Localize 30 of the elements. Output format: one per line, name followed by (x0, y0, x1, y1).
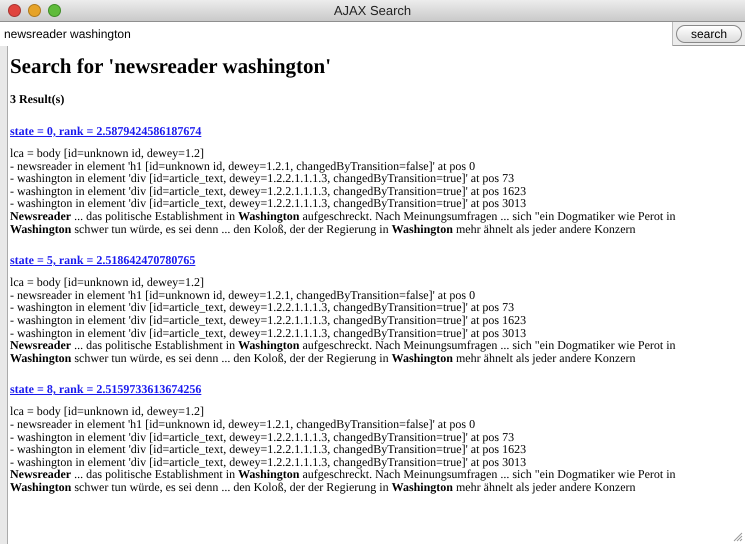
window-title: AJAX Search (334, 2, 412, 20)
result-link[interactable]: state = 8, rank = 2.5159733613674256 (10, 382, 202, 396)
match-line: - newsreader in element 'h1 [id=unknown id, dewey=1.2.1, changedByTransition=false]' at pos 0 (10, 160, 476, 172)
match-line: - washington in element 'div [id=article_text, dewey=1.2.2.1.1.1.3, changedByTransition=true]' at pos 73 (10, 301, 514, 314)
search-field[interactable]: newsreader washington (0, 22, 673, 46)
lca-line: lca = body [id=unknown id, dewey=1.2] (10, 405, 204, 418)
result-snippet: Newsreader ... das politische Establishment in Washington aufgeschreckt. Nach Meinungsumfragen ... sich "ein Dogmatiker wie Perot in Washington schwer tun würde, es sei denn ... den Koloß, der der Regierung in Washington mehr ähnelt als jeder andere Konzern (10, 339, 677, 364)
search-button[interactable]: search (676, 24, 742, 42)
match-line: - newsreader in element 'h1 [id=unknown id, dewey=1.2.1, changedByTransition=false]' at pos 0 (10, 418, 476, 430)
zoom-button[interactable] (48, 4, 61, 17)
lca-line: lca = body [id=unknown id, dewey=1.2] (10, 147, 204, 160)
result-snippet: Newsreader ... das politische Establishment in Washington aufgeschreckt. Nach Meinungsumfragen ... sich "ein Dogmatiker wie Perot in Washington schwer tun würde, es sei denn ... den Koloß, der der Regierung in Washington mehr ähnelt als jeder andere Konzern (10, 210, 677, 236)
result-snippet: Newsreader ... das politische Establishment in Washington aufgeschreckt. Nach Meinungsumfragen ... sich "ein Dogmatiker wie Perot in Washington schwer tun würde, es sei denn ... den Koloß, der der Regierung in Washington mehr ähnelt als jeder andere Konzern (10, 468, 677, 494)
minimize-button[interactable] (28, 4, 41, 17)
lca-line: lca = body [id=unknown id, dewey=1.2] (10, 276, 204, 289)
match-line: - newsreader in element 'h1 [id=unknown id, dewey=1.2.1, changedByTransition=false]' at pos 0 (10, 288, 476, 302)
resize-grip-icon[interactable] (733, 532, 743, 542)
match-line: - washington in element 'div [id=article_text, dewey=1.2.2.1.1.1.3, changedByTransition=true]' at pos 3013 (10, 326, 526, 340)
match-line: - washington in element 'div [id=article_text, dewey=1.2.2.1.1.1.3, changedByTransition=true]' at pos 1623 (10, 443, 526, 456)
match-line: - washington in element 'div [id=article_text, dewey=1.2.2.1.1.1.3, changedByTransition=true]' at pos 3013 (10, 197, 526, 210)
match-line: - washington in element 'div [id=article_text, dewey=1.2.2.1.1.1.3, changedByTransition=true]' at pos 1623 (10, 184, 526, 198)
match-line: - washington in element 'div [id=article_text, dewey=1.2.2.1.1.1.3, changedByTransition=true]' at pos 1623 (10, 314, 526, 327)
match-line: - washington in element 'div [id=article_text, dewey=1.2.2.1.1.1.3, changedByTransition=true]' at pos 3013 (10, 456, 526, 468)
result-link[interactable]: state = 5, rank = 2.518642470780765 (10, 253, 196, 268)
match-line: - washington in element 'div [id=article_text, dewey=1.2.2.1.1.1.3, changedByTransition=true]' at pos 73 (10, 172, 514, 185)
close-button[interactable] (8, 4, 21, 17)
result-count: 3 Result(s) (10, 92, 66, 106)
results-heading: Search for 'newsreader washington' (10, 53, 332, 80)
result-link[interactable]: state = 0, rank = 2.5879424586187674 (10, 124, 202, 138)
match-line: - washington in element 'div [id=article_text, dewey=1.2.2.1.1.1.3, changedByTransition=true]' at pos 73 (10, 430, 514, 444)
